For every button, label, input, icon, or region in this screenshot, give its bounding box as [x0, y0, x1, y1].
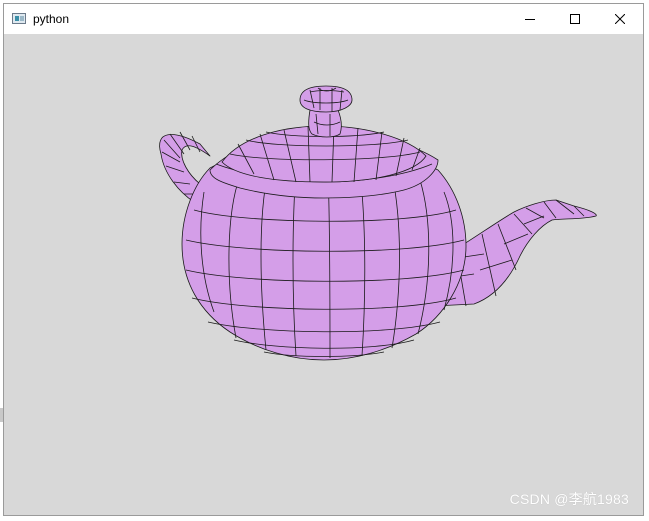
teapot-wireframe: [159, 85, 597, 361]
minimize-button[interactable]: [507, 4, 553, 34]
close-button[interactable]: [597, 4, 643, 34]
window-title: python: [33, 12, 70, 26]
minimize-icon: [525, 19, 535, 20]
python-app-icon[interactable]: [12, 13, 26, 24]
maximize-icon: [570, 14, 580, 24]
teapot-knob: [299, 85, 353, 113]
maximize-button[interactable]: [552, 4, 598, 34]
close-icon: [615, 14, 625, 24]
opengl-canvas[interactable]: CSDN @李航1983: [4, 34, 643, 515]
watermark: CSDN @李航1983: [509, 491, 629, 507]
app-window: python CSDN @李航1983: [3, 3, 644, 516]
title-bar[interactable]: python: [4, 4, 643, 34]
